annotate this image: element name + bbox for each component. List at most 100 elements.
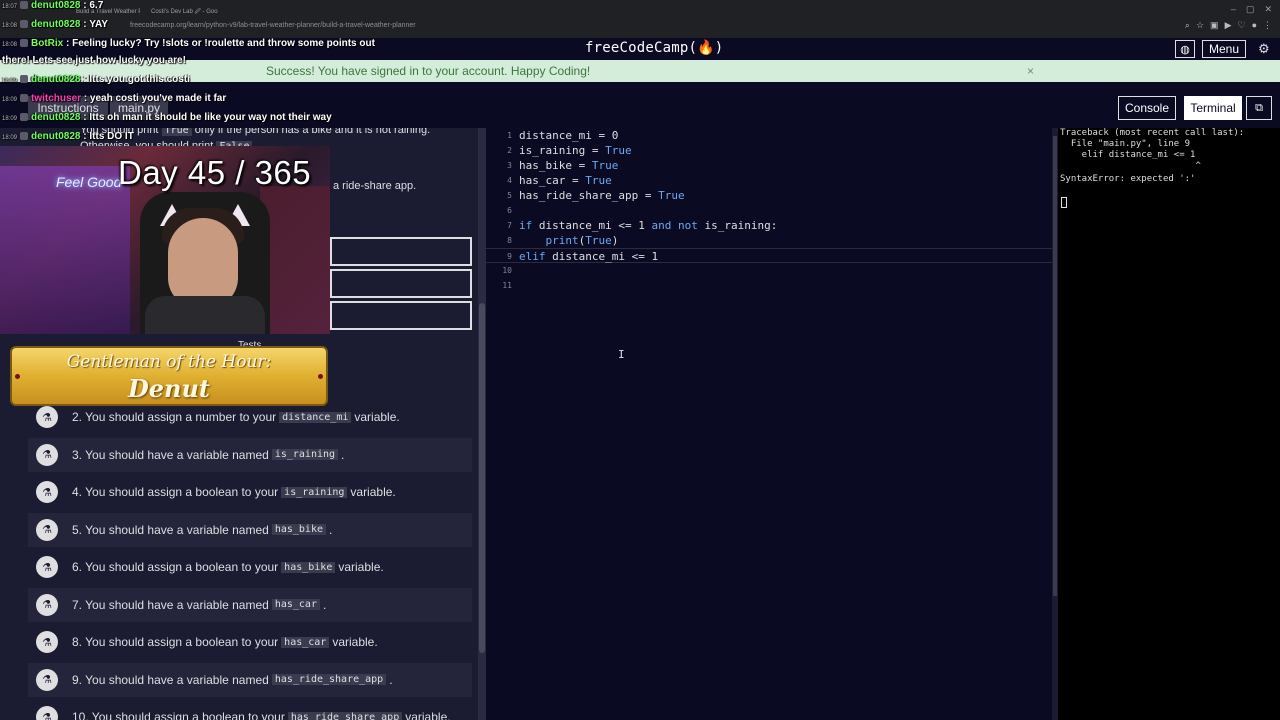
test-text: variable. bbox=[354, 410, 400, 424]
test-text: 10. You should assign a boolean to your bbox=[72, 710, 285, 720]
code-line[interactable]: 7 if distance_mi <= 1 and not is_raining: bbox=[486, 218, 1058, 233]
terminal-button[interactable]: Terminal bbox=[1184, 96, 1242, 120]
test-text: 9. You should have a variable named bbox=[72, 672, 269, 687]
test-text: 2. You should assign a number to your bbox=[72, 410, 277, 424]
webcam-background bbox=[260, 186, 330, 334]
extensions-icon[interactable]: ▣ bbox=[1210, 20, 1219, 31]
answer-input-2[interactable] bbox=[330, 269, 472, 298]
test-text: . bbox=[329, 522, 333, 537]
chat-badge-icon bbox=[20, 113, 29, 122]
code-line[interactable]: 1 distance_mi = 0 bbox=[486, 128, 1058, 143]
chat-username: denut0828 bbox=[31, 19, 81, 30]
flask-icon: ⚗ bbox=[36, 631, 58, 653]
console-button[interactable]: Console bbox=[1118, 96, 1176, 120]
chat-text: YAY bbox=[89, 19, 108, 30]
award-name: Denut bbox=[127, 374, 211, 403]
chat-badge-icon bbox=[20, 20, 29, 29]
code-text: has_ride_share_app = True bbox=[519, 189, 685, 202]
code-line[interactable]: 5 has_ride_share_app = True bbox=[486, 188, 1058, 203]
test-text: variable. bbox=[338, 560, 384, 574]
code-keyword: if bbox=[519, 219, 533, 232]
test-code: has_car bbox=[271, 599, 320, 610]
terminal-line: Traceback (most recent call last): bbox=[1060, 128, 1245, 138]
terminal-cursor bbox=[1061, 197, 1067, 208]
chat-timestamp: 18:07 bbox=[2, 4, 18, 10]
test-row: ⚗ 8. You should assign a boolean to your h… bbox=[28, 625, 472, 659]
code-text: elif distance_mi <= 1 bbox=[519, 250, 659, 263]
play-icon[interactable]: ▶ bbox=[1225, 20, 1232, 31]
flask-icon: ⚗ bbox=[36, 518, 58, 541]
code-keyword: True bbox=[591, 159, 619, 172]
answer-input-3[interactable] bbox=[330, 301, 472, 330]
line-number: 10 bbox=[502, 266, 512, 275]
profile-icon[interactable]: ● bbox=[1252, 20, 1257, 31]
fcc-logo[interactable]: freeCodeCamp(🔥) bbox=[585, 40, 723, 56]
chat-text: Itts DO IT bbox=[89, 131, 134, 142]
chat-text: 6.7 bbox=[89, 0, 104, 11]
chat-separator: : bbox=[63, 38, 73, 49]
close-icon[interactable]: × bbox=[1027, 60, 1034, 82]
scrollbar-thumb[interactable] bbox=[1053, 136, 1057, 596]
more-icon[interactable]: ⋮ bbox=[1263, 20, 1272, 31]
chat-timestamp: 18:08 bbox=[2, 42, 18, 48]
test-text: variable. bbox=[350, 485, 396, 499]
close-window-icon[interactable]: ✕ bbox=[1264, 4, 1272, 15]
code-line[interactable]: 10 bbox=[486, 263, 1058, 278]
line-number: 6 bbox=[507, 206, 512, 215]
test-code: has_bike bbox=[281, 561, 336, 573]
code-line[interactable]: 4 has_car = True bbox=[486, 173, 1058, 188]
test-code: has_bike bbox=[271, 524, 326, 535]
menu-button[interactable]: Menu bbox=[1202, 40, 1246, 58]
code-line[interactable]: 8 print(True) bbox=[486, 233, 1058, 248]
code-line[interactable]: 3 has_bike = True bbox=[486, 158, 1058, 173]
code-text: has_bike = True bbox=[519, 159, 619, 172]
chat-username: denut0828 bbox=[31, 131, 81, 142]
chat-message: there! Lets see just how lucky you are! bbox=[2, 55, 186, 66]
test-text: 8. You should assign a boolean to your bbox=[72, 635, 279, 649]
code-keyword: and bbox=[651, 219, 672, 232]
code-line[interactable]: 2 is_raining = True bbox=[486, 143, 1058, 158]
flask-icon: ⚗ bbox=[36, 556, 58, 578]
chat-timestamp: 18:08 bbox=[2, 23, 18, 29]
code-line[interactable]: 11 bbox=[486, 278, 1058, 293]
test-row: ⚗ 6. You should assign a boolean to your h… bbox=[28, 550, 472, 584]
instructions-scrollbar[interactable] bbox=[478, 128, 486, 720]
screen: Build a Travel Weather Pla Costi's Dev L… bbox=[0, 0, 1280, 720]
minimize-icon[interactable]: – bbox=[1231, 4, 1236, 15]
layout-toggle-button[interactable]: ⧉ bbox=[1246, 96, 1272, 120]
flask-icon: ⚗ bbox=[36, 443, 58, 466]
test-text: 6. You should assign a boolean to your bbox=[72, 560, 279, 574]
line-number: 1 bbox=[507, 131, 512, 140]
test-text: 4. You should assign a boolean to your bbox=[72, 485, 279, 499]
heart-icon[interactable]: ♡ bbox=[1237, 20, 1245, 31]
bookmark-icon[interactable]: ☆ bbox=[1196, 20, 1204, 31]
line-number: 8 bbox=[507, 236, 512, 245]
code-keyword: True bbox=[658, 189, 685, 202]
terminal-output[interactable]: Traceback (most recent call last): File … bbox=[1058, 128, 1280, 720]
terminal-line: ^ bbox=[1060, 161, 1201, 171]
chat-message: 18:08 BotRix : Feeling lucky? Try !slots … bbox=[2, 38, 375, 49]
chat-text: Feeling lucky? Try !slots or !roulette a… bbox=[72, 38, 375, 49]
chat-timestamp: 18:09 bbox=[2, 135, 18, 141]
code-editor[interactable]: 1 distance_mi = 0 2 is_raining = True 3 has_b… bbox=[486, 128, 1058, 720]
language-button[interactable]: ◍ bbox=[1175, 40, 1195, 58]
answer-input-1[interactable] bbox=[330, 237, 472, 266]
zoom-icon[interactable]: ⌕ bbox=[1185, 20, 1190, 31]
settings-icon[interactable]: ⚙ bbox=[1258, 41, 1270, 57]
test-row: ⚗ 3. You should have a variable named is_r… bbox=[28, 437, 472, 472]
maximize-icon[interactable]: ▢ bbox=[1246, 4, 1255, 15]
flask-icon: ⚗ bbox=[36, 406, 58, 428]
instruction-line-3: a ride-share app. bbox=[333, 180, 417, 192]
test-text: variable. bbox=[332, 635, 378, 649]
line-number: 4 bbox=[507, 176, 512, 185]
chat-separator: : bbox=[81, 93, 90, 104]
test-text: 5. You should have a variable named bbox=[72, 522, 269, 537]
code-line[interactable]: 9 elif distance_mi <= 1 bbox=[486, 248, 1058, 263]
scrollbar-thumb[interactable] bbox=[479, 303, 485, 653]
terminal-line: elif distance_mi <= 1 bbox=[1060, 150, 1196, 160]
test-text: 3. You should have a variable named bbox=[72, 447, 269, 462]
chat-timestamp: 18:09 bbox=[2, 116, 18, 122]
code-keyword: True bbox=[585, 234, 612, 247]
code-line[interactable]: 6 bbox=[486, 203, 1058, 218]
stream-chat-overlay: 18:07 denut0828 : 6.7 18:08 denut0828 : YAY… bbox=[0, 0, 400, 146]
